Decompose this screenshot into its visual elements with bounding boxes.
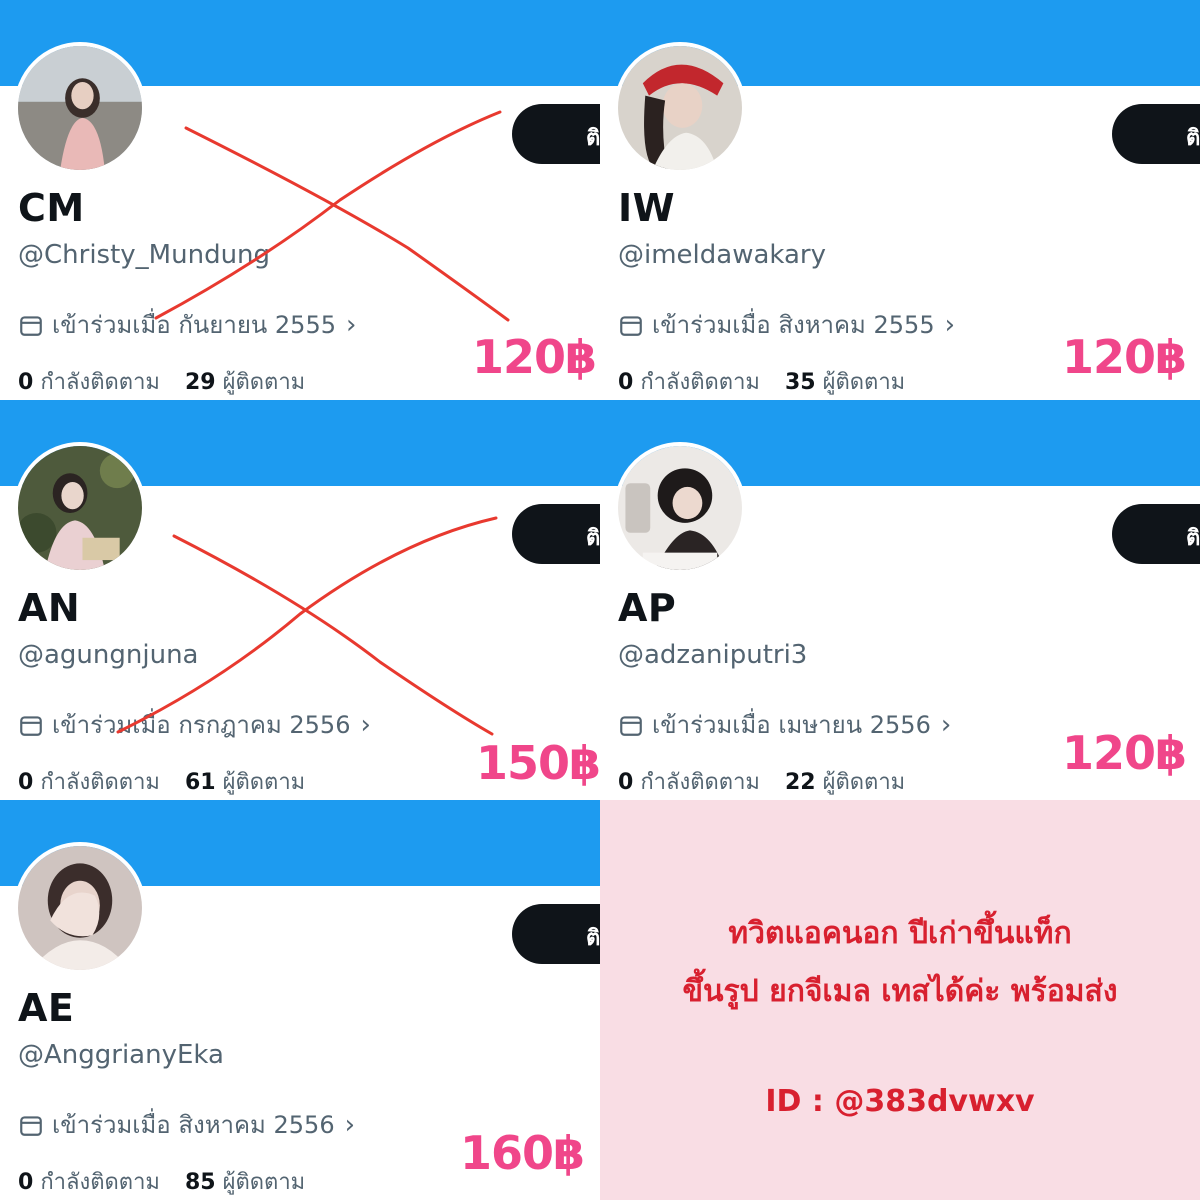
followers-count[interactable]: 35 bbox=[785, 370, 816, 395]
avatar[interactable] bbox=[14, 842, 146, 974]
account-card-cm: ติ CM @Christy_Mundung เข้าร่วมเมื่อ กัน… bbox=[0, 0, 600, 400]
avatar[interactable] bbox=[614, 42, 746, 174]
avatar[interactable] bbox=[614, 442, 746, 574]
followers-label[interactable]: ผู้ติดตาม bbox=[223, 1170, 306, 1195]
following-label[interactable]: กำลังติดตาม bbox=[640, 770, 760, 795]
handle[interactable]: @adzaniputri3 bbox=[618, 640, 807, 670]
following-count[interactable]: 0 bbox=[18, 770, 33, 795]
following-count[interactable]: 0 bbox=[618, 770, 633, 795]
account-card-iw: ติ IW @imeldawakary เข้าร่วมเมื่อ สิงหาค… bbox=[600, 0, 1200, 400]
following-count[interactable]: 0 bbox=[618, 370, 633, 395]
avatar[interactable] bbox=[14, 442, 146, 574]
followers-label[interactable]: ผู้ติดตาม bbox=[223, 770, 306, 795]
joined-text: เข้าร่วมเมื่อ กรกฎาคม 2556 bbox=[52, 711, 351, 739]
followers-count[interactable]: 29 bbox=[185, 370, 216, 395]
chevron-right-icon[interactable]: › bbox=[345, 1110, 355, 1140]
following-label[interactable]: กำลังติดตาม bbox=[40, 370, 160, 395]
joined-date: เข้าร่วมเมื่อ กรกฎาคม 2556 › bbox=[18, 705, 371, 744]
followers-count[interactable]: 22 bbox=[785, 770, 816, 795]
joined-date: เข้าร่วมเมื่อ สิงหาคม 2555 › bbox=[618, 305, 955, 344]
calendar-icon bbox=[20, 715, 42, 736]
price-tag: 120฿ bbox=[1062, 726, 1187, 780]
followers-label[interactable]: ผู้ติดตาม bbox=[223, 370, 306, 395]
follow-stats: 0 กำลังติดตาม 61 ผู้ติดตาม bbox=[18, 764, 305, 799]
chevron-right-icon[interactable]: › bbox=[346, 310, 356, 340]
avatar[interactable] bbox=[14, 42, 146, 174]
follow-stats: 0 กำลังติดตาม 29 ผู้ติดตาม bbox=[18, 364, 305, 399]
account-card-an: ติ AN @agungnjuna เข้าร่วมเมื่อ กรกฎาคม … bbox=[0, 400, 600, 800]
follow-button[interactable]: ติ bbox=[512, 504, 600, 564]
price-tag: 120฿ bbox=[1062, 330, 1187, 384]
calendar-icon bbox=[20, 315, 42, 336]
joined-date: เข้าร่วมเมื่อ กันยายน 2555 › bbox=[18, 305, 356, 344]
display-name: IW bbox=[618, 186, 676, 230]
follow-button[interactable]: ติ bbox=[1112, 504, 1200, 564]
joined-date: เข้าร่วมเมื่อ สิงหาคม 2556 › bbox=[18, 1105, 355, 1144]
followers-label[interactable]: ผู้ติดตาม bbox=[823, 370, 906, 395]
handle[interactable]: @imeldawakary bbox=[618, 240, 826, 270]
chevron-right-icon[interactable]: › bbox=[360, 710, 370, 740]
price-tag: 120฿ bbox=[472, 330, 597, 384]
sales-info-panel: ทวิตแอคนอก ปีเก่าขึ้นแท็ก ขึ้นรูป ยกจีเม… bbox=[600, 800, 1200, 1200]
joined-date: เข้าร่วมเมื่อ เมษายน 2556 › bbox=[618, 705, 951, 744]
followers-count[interactable]: 85 bbox=[185, 1170, 216, 1195]
contact-id: ID : @383dvwxv bbox=[765, 1084, 1035, 1119]
display-name: AP bbox=[618, 586, 677, 630]
followers-label[interactable]: ผู้ติดตาม bbox=[823, 770, 906, 795]
sales-text-line-2: ขึ้นรูป ยกจีเมล เทสได้ค่ะ พร้อมส่ง bbox=[682, 974, 1118, 1009]
price-tag: 160฿ bbox=[460, 1126, 585, 1180]
display-name: AN bbox=[18, 586, 81, 630]
calendar-icon bbox=[620, 715, 642, 736]
calendar-icon bbox=[620, 315, 642, 336]
follow-stats: 0 กำลังติดตาม 22 ผู้ติดตาม bbox=[618, 764, 905, 799]
following-label[interactable]: กำลังติดตาม bbox=[40, 770, 160, 795]
following-label[interactable]: กำลังติดตาม bbox=[40, 1170, 160, 1195]
display-name: CM bbox=[18, 186, 85, 230]
account-card-ae: ติ AE @AnggrianyEka เข้าร่วมเมื่อ สิงหาค… bbox=[0, 800, 600, 1200]
follow-button[interactable]: ติ bbox=[512, 104, 600, 164]
follow-button[interactable]: ติ bbox=[512, 904, 600, 964]
account-card-ap: ติ AP @adzaniputri3 เข้าร่วมเมื่อ เมษายน… bbox=[600, 400, 1200, 800]
following-count[interactable]: 0 bbox=[18, 370, 33, 395]
sales-text-line-1: ทวิตแอคนอก ปีเก่าขึ้นแท็ก bbox=[728, 916, 1072, 951]
display-name: AE bbox=[18, 986, 75, 1030]
following-count[interactable]: 0 bbox=[18, 1170, 33, 1195]
follow-stats: 0 กำลังติดตาม 85 ผู้ติดตาม bbox=[18, 1164, 305, 1199]
joined-text: เข้าร่วมเมื่อ สิงหาคม 2556 bbox=[52, 1111, 335, 1139]
handle[interactable]: @agungnjuna bbox=[18, 640, 199, 670]
follow-stats: 0 กำลังติดตาม 35 ผู้ติดตาม bbox=[618, 364, 905, 399]
following-label[interactable]: กำลังติดตาม bbox=[640, 370, 760, 395]
chevron-right-icon[interactable]: › bbox=[941, 710, 951, 740]
handle[interactable]: @AnggrianyEka bbox=[18, 1040, 224, 1070]
followers-count[interactable]: 61 bbox=[185, 770, 216, 795]
joined-text: เข้าร่วมเมื่อ เมษายน 2556 bbox=[652, 711, 931, 739]
chevron-right-icon[interactable]: › bbox=[945, 310, 955, 340]
follow-button[interactable]: ติ bbox=[1112, 104, 1200, 164]
calendar-icon bbox=[20, 1115, 42, 1136]
handle[interactable]: @Christy_Mundung bbox=[18, 240, 270, 270]
joined-text: เข้าร่วมเมื่อ กันยายน 2555 bbox=[52, 311, 336, 339]
price-tag: 150฿ bbox=[476, 736, 600, 790]
joined-text: เข้าร่วมเมื่อ สิงหาคม 2555 bbox=[652, 311, 935, 339]
